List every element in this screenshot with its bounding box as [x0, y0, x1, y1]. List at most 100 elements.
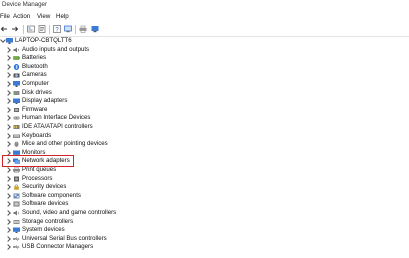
toolbar-separator [23, 25, 24, 34]
chevron-right-icon[interactable] [5, 210, 11, 216]
properties-icon[interactable] [38, 25, 46, 33]
tree-item-label: System devices [22, 226, 65, 234]
tree-item-keyboards[interactable]: Keyboards [0, 132, 409, 141]
storage-icon [13, 219, 20, 224]
chevron-right-icon[interactable] [5, 89, 11, 96]
chevron-right-icon[interactable] [5, 63, 11, 70]
help-icon[interactable]: ? [53, 25, 61, 33]
tree-item-sound-video-game[interactable]: Sound, video and game controllers [0, 209, 409, 218]
chevron-right-icon[interactable] [5, 167, 11, 173]
chevron-right-icon[interactable] [5, 235, 11, 242]
tree-item-disk-drives[interactable]: Disk drives [0, 89, 409, 98]
security-icon [14, 184, 19, 190]
chevron-right-icon[interactable] [5, 124, 11, 130]
computer-icon [6, 38, 13, 44]
tree-item-storage-controllers[interactable]: Storage controllers [0, 218, 409, 227]
chevron-right-icon[interactable] [5, 81, 11, 87]
forward-arrow-icon[interactable] [11, 25, 19, 33]
tree-item-system-devices[interactable]: System devices [0, 226, 409, 235]
tree-item-computer[interactable]: Computer [0, 80, 409, 89]
title-bar: Device Manager [0, 0, 409, 10]
menu-view[interactable]: View [37, 13, 50, 20]
tree-item-label: Computer [22, 80, 49, 87]
tree-item-label: Display adapters [22, 97, 68, 105]
camera-icon [13, 73, 20, 78]
processor-icon [14, 176, 19, 182]
back-arrow-icon[interactable] [0, 25, 8, 33]
sound-icon [13, 210, 19, 216]
tree-item-label: Print queues [22, 166, 57, 173]
tree-item-display-adapters[interactable]: Display adapters [0, 97, 409, 106]
chevron-right-icon[interactable] [5, 98, 11, 105]
disk-icon [13, 90, 20, 95]
printer-icon [13, 167, 20, 173]
tree-item-label: Audio inputs and outputs [22, 45, 90, 53]
speaker-icon [13, 47, 19, 53]
computer-icon [13, 81, 20, 87]
tree-item-label: Human Interface Devices [22, 114, 91, 122]
chevron-right-icon[interactable] [5, 218, 11, 225]
chevron-right-icon[interactable] [5, 192, 11, 199]
bluetooth-icon [13, 63, 20, 70]
tree-item-label: Bluetooth [22, 62, 48, 70]
tree-item-label: Cameras [22, 71, 47, 79]
chevron-right-icon[interactable] [5, 132, 11, 139]
tree-item-cameras[interactable]: Cameras [0, 71, 409, 80]
tree-item-bluetooth[interactable]: Bluetooth [0, 63, 409, 72]
tree-item-software-components[interactable]: Software components [0, 192, 409, 201]
tree-item-software-devices[interactable]: Software devices [0, 200, 409, 209]
tree-item-label: Universal Serial Bus controllers [22, 234, 107, 242]
tree-item-ide-controllers[interactable]: IDE ATA/ATAPI controllers [0, 123, 409, 132]
menu-help[interactable]: Help [56, 13, 69, 20]
window-title: Device Manager [2, 1, 48, 8]
tree-item-usb-controllers[interactable]: Universal Serial Bus controllers [0, 235, 409, 244]
mouse-icon [14, 141, 19, 148]
chevron-down-icon[interactable] [0, 37, 6, 43]
menu-file[interactable]: File [0, 13, 10, 20]
tree-item-label: Firmware [22, 105, 48, 113]
chevron-right-icon[interactable] [5, 184, 11, 191]
update-driver-icon[interactable] [64, 25, 72, 33]
tree-item-label: Sound, video and game controllers [22, 209, 117, 216]
print-icon[interactable] [79, 25, 87, 33]
chevron-right-icon[interactable] [5, 106, 11, 113]
software-component-icon [13, 193, 20, 199]
chevron-right-icon[interactable] [5, 141, 11, 148]
chevron-right-icon[interactable] [5, 72, 11, 79]
chevron-right-icon[interactable] [5, 175, 11, 182]
chevron-right-icon[interactable] [5, 227, 11, 234]
chevron-right-icon[interactable] [5, 244, 11, 251]
tree-item-security-devices[interactable]: Security devices [0, 183, 409, 192]
battery-icon [13, 56, 20, 60]
tree-item-processors[interactable]: Processors [0, 175, 409, 184]
device-view-icon[interactable] [27, 25, 35, 33]
tree-root[interactable]: LAPTOP-CBTQLTT6 [0, 37, 409, 45]
scan-hardware-icon[interactable] [91, 25, 99, 33]
chevron-right-icon[interactable] [5, 201, 11, 208]
tree-item-label: Software devices [22, 200, 69, 208]
tree-item-label: Processors [22, 174, 53, 182]
tree-item-batteries[interactable]: Batteries [0, 54, 409, 63]
tree-item-audio[interactable]: Audio inputs and outputs [0, 46, 409, 55]
tree-item-hid[interactable]: Human Interface Devices [0, 114, 409, 123]
usb-icon [13, 236, 20, 241]
tree-item-label: Software components [22, 191, 81, 199]
tree-item-label: Storage controllers [22, 217, 74, 225]
chevron-right-icon[interactable] [5, 46, 11, 53]
tree-item-usb-connector-managers[interactable]: USB Connector Managers [0, 243, 409, 252]
system-devices-icon [13, 227, 20, 234]
toolbar-separator [75, 25, 76, 34]
toolbar: ? [0, 22, 409, 36]
chevron-right-icon[interactable] [5, 55, 11, 62]
toolbar-separator [49, 25, 50, 34]
tree-item-mice[interactable]: Mice and other pointing devices [0, 140, 409, 149]
tree-item-print-queues[interactable]: Print queues [0, 166, 409, 175]
tree-item-label: Disk drives [22, 88, 52, 96]
tree-item-firmware[interactable]: Firmware [0, 106, 409, 115]
tree-item-label: Batteries [22, 54, 47, 62]
usb-icon [13, 245, 20, 250]
tree-item-label: Keyboards [22, 131, 52, 139]
menu-action[interactable]: Action [13, 13, 30, 20]
display-adapter-icon [13, 98, 20, 105]
chevron-right-icon[interactable] [5, 115, 11, 122]
